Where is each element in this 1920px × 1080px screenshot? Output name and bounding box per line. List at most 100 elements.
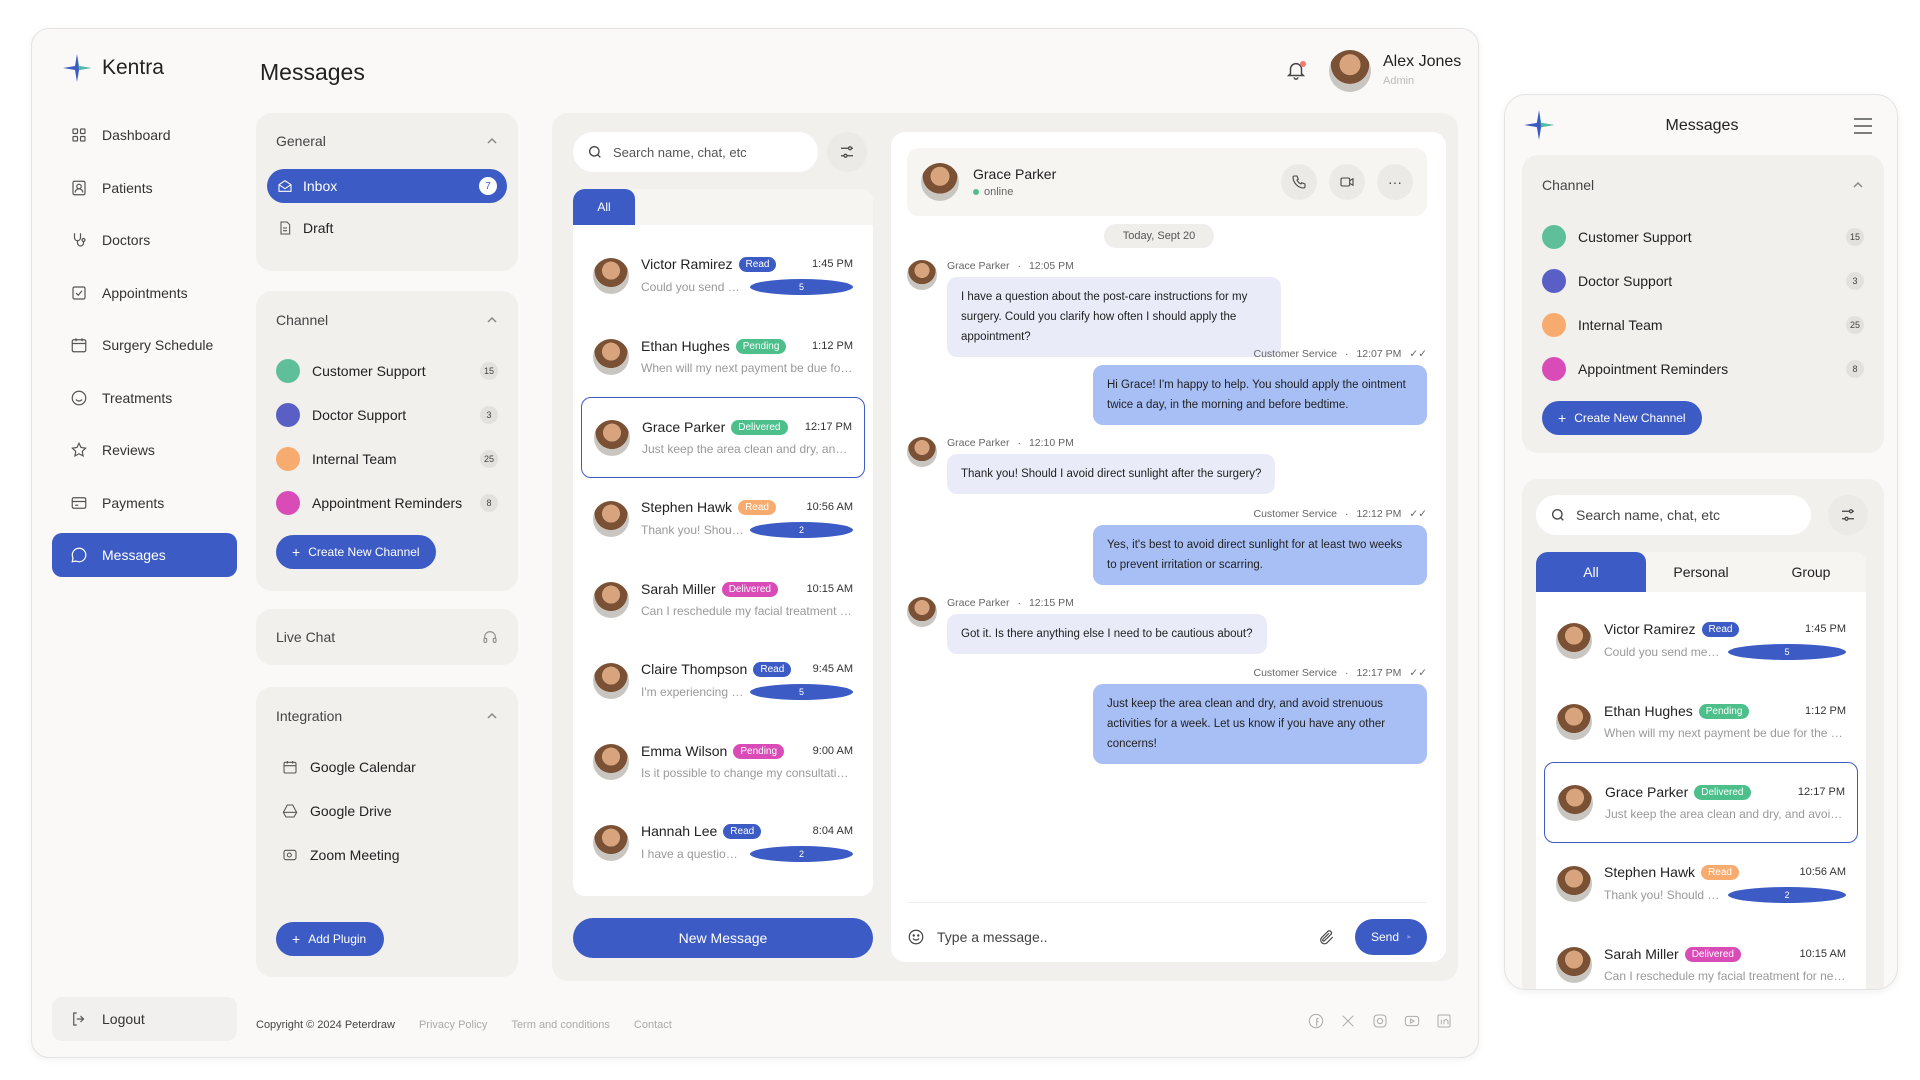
new-message-button[interactable]: New Message (573, 918, 873, 958)
mobile-search-input[interactable]: Search name, chat, etc (1576, 507, 1720, 523)
conversation-item[interactable]: Claire Thompson Read 9:45 AM I'm experienci… (581, 640, 865, 721)
sidebar-item-reviews[interactable]: Reviews (52, 428, 237, 472)
draft-item[interactable]: Draft (267, 211, 507, 245)
channel-item[interactable]: Doctor Support 3 (256, 393, 518, 437)
sidebar-item-treatments[interactable]: Treatments (52, 376, 237, 420)
status-badge: Read (1701, 864, 1739, 880)
search-bar[interactable]: Search name, chat, etc (573, 132, 818, 172)
conversation-item[interactable]: Sarah Miller Delivered 10:15 AM Can I resch… (581, 559, 865, 640)
conversation-item[interactable]: Stephen Hawk Read 10:56 AM Thank you! Shoul… (1544, 843, 1858, 924)
mobile-channel-header[interactable]: Channel (1522, 155, 1884, 215)
tab-all[interactable]: All (1536, 552, 1646, 592)
contact-avatar (1556, 946, 1592, 983)
conversation-item[interactable]: Emma Wilson Pending 9:00 AM Is it possible … (581, 721, 865, 802)
mobile-create-channel-button[interactable]: + Create New Channel (1542, 401, 1702, 435)
sender-avatar (907, 597, 937, 627)
inbox-item[interactable]: Inbox 7 (267, 169, 507, 203)
sidebar-item-label: Treatments (102, 389, 173, 406)
general-header[interactable]: General (256, 113, 518, 169)
more-button[interactable]: ··· (1377, 164, 1413, 200)
message-bubble: Yes, it's best to avoid direct sunlight … (1093, 525, 1427, 585)
channel-item[interactable]: Internal Team 25 (256, 437, 518, 481)
logout-button[interactable]: Logout (52, 997, 237, 1041)
instagram-icon[interactable] (1372, 1013, 1388, 1029)
call-button[interactable] (1281, 164, 1317, 200)
conversation-item[interactable]: Ethan Hughes Pending 1:12 PM When will my n… (581, 316, 865, 397)
contact-avatar (593, 500, 629, 537)
mobile-messages-panel: Search name, chat, etc All Personal Grou… (1522, 479, 1884, 989)
mobile-channel-item[interactable]: Internal Team 25 (1522, 303, 1884, 347)
sidebar-item-doctors[interactable]: Doctors (52, 218, 237, 262)
message-input[interactable]: Type a message.. (937, 929, 1317, 945)
status-badge: Delivered (731, 419, 788, 435)
mobile-channel-item[interactable]: Doctor Support 3 (1522, 259, 1884, 303)
message-preview: When will my next payment be due for the… (1604, 726, 1846, 740)
mobile-channel-item[interactable]: Appointment Reminders 8 (1522, 347, 1884, 391)
conversation-item[interactable]: Grace Parker Delivered 12:17 PM Just keep t… (1544, 762, 1858, 843)
integration-item[interactable]: Zoom Meeting (256, 833, 518, 877)
x-twitter-icon[interactable] (1340, 1013, 1356, 1029)
terms-link[interactable]: Term and conditions (511, 1019, 609, 1031)
sidebar-item-appointments[interactable]: Appointments (52, 271, 237, 315)
unread-count: 5 (1728, 644, 1846, 660)
sidebar-item-surgery-schedule[interactable]: Surgery Schedule (52, 323, 237, 367)
channel-name: Doctor Support (312, 407, 407, 423)
mobile-channel-panel: Channel Customer Support 15 Doctor Support… (1522, 155, 1884, 453)
sidebar-item-label: Messages (102, 547, 166, 563)
tab-group[interactable]: Group (1756, 552, 1866, 592)
sidebar-item-payments[interactable]: Payments (52, 481, 237, 525)
sidebar-item-label: Surgery Schedule (102, 337, 214, 353)
send-button[interactable]: Send (1355, 919, 1427, 955)
conversation-item[interactable]: Grace Parker Delivered 12:17 PM Just keep t… (581, 397, 865, 478)
add-plugin-button[interactable]: + Add Plugin (276, 922, 384, 956)
outgoing-meta: Customer Service · 12:12 PM ✓✓ (1253, 508, 1427, 520)
contact-link[interactable]: Contact (634, 1019, 672, 1031)
user-info[interactable]: Alex Jones Admin (1383, 53, 1461, 87)
user-avatar[interactable] (1329, 50, 1371, 92)
tab-all[interactable]: All (573, 189, 635, 225)
integration-header[interactable]: Integration (256, 687, 518, 745)
channel-item[interactable]: Appointment Reminders 8 (256, 481, 518, 525)
conversation-item[interactable]: Victor Ramirez Read 1:45 PM Could you send … (1544, 600, 1858, 681)
message-time: 12:12 PM (1356, 508, 1402, 520)
live-chat-panel[interactable]: Live Chat (256, 609, 518, 665)
mobile-channel-item[interactable]: Customer Support 15 (1522, 215, 1884, 259)
conversation-item[interactable]: Ethan Hughes Pending 1:12 PM When will my n… (1544, 681, 1858, 762)
conversation-item[interactable]: Sarah Miller Delivered 10:15 AM Can I resch… (1544, 924, 1858, 989)
notification-bell-icon[interactable] (1285, 59, 1307, 81)
integration-item[interactable]: Google Drive (256, 789, 518, 833)
create-channel-button[interactable]: + Create New Channel (276, 535, 436, 569)
attach-icon[interactable] (1317, 928, 1335, 946)
sidebar-item-dashboard[interactable]: Dashboard (52, 113, 237, 157)
tab-personal[interactable]: Personal (1646, 552, 1756, 592)
message-time: 12:17 PM (804, 421, 852, 433)
search-input[interactable]: Search name, chat, etc (613, 145, 747, 160)
app-logo[interactable]: Kentra (62, 53, 164, 83)
mobile-search-bar[interactable]: Search name, chat, etc (1536, 495, 1811, 535)
channel-color-dot (276, 447, 300, 471)
sidebar-item-messages[interactable]: Messages (52, 533, 237, 577)
filter-button[interactable] (827, 132, 867, 172)
unread-count: 2 (1728, 887, 1846, 903)
hamburger-menu-icon[interactable] (1853, 117, 1873, 135)
channel-header[interactable]: Channel (256, 291, 518, 349)
video-call-button[interactable] (1329, 164, 1365, 200)
search-icon (589, 146, 601, 158)
conversation-item[interactable]: Hannah Lee Read 8:04 AM I have a question a… (581, 802, 865, 883)
draft-icon (280, 221, 291, 235)
emoji-icon[interactable] (907, 928, 925, 946)
channel-title: Channel (276, 312, 329, 328)
facebook-icon[interactable] (1308, 1013, 1324, 1029)
integration-item[interactable]: Google Calendar (256, 745, 518, 789)
mobile-filter-button[interactable] (1828, 495, 1868, 535)
conversation-item[interactable]: Victor Ramirez Read 1:45 PM Could you send … (581, 235, 865, 316)
sidebar-item-patients[interactable]: Patients (52, 166, 237, 210)
linkedin-icon[interactable] (1436, 1013, 1452, 1029)
sidebar-item-label: Patients (102, 179, 153, 196)
sender-name: Grace Parker (947, 597, 1010, 609)
video-icon (1340, 177, 1354, 187)
youtube-icon[interactable] (1404, 1013, 1420, 1029)
privacy-link[interactable]: Privacy Policy (419, 1019, 487, 1031)
channel-item[interactable]: Customer Support 15 (256, 349, 518, 393)
conversation-item[interactable]: Stephen Hawk Read 10:56 AM Thank you! Shoul… (581, 478, 865, 559)
